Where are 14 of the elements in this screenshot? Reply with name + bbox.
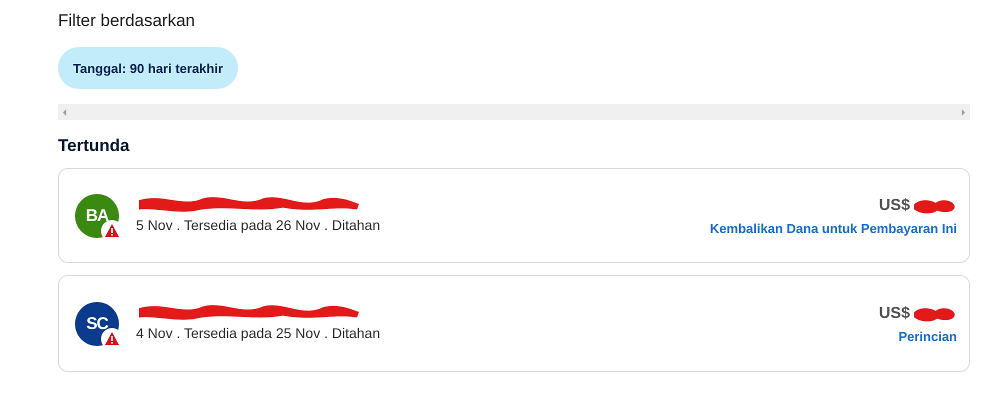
action-link[interactable]: Kembalikan Dana untuk Pembayaran Ini	[710, 221, 957, 236]
section-title: Tertunda	[58, 136, 130, 156]
transaction-card[interactable]: SC 4 Nov . Tersedia pada 25 Nov . Ditahan US$ Perincian	[58, 275, 970, 372]
scroll-left-icon[interactable]	[62, 108, 67, 116]
amount: US$	[878, 305, 910, 323]
transaction-card[interactable]: BA 5 Nov . Tersedia pada 26 Nov . Ditahan US$ Kembalikan Dana untuk Pembayaran Ini	[58, 168, 970, 263]
filter-chip[interactable]: Tanggal: 90 hari terakhir	[58, 47, 238, 89]
amount: US$	[878, 197, 910, 215]
filter-heading: Filter berdasarkan	[58, 10, 196, 32]
transaction-details: 5 Nov . Tersedia pada 26 Nov . Ditahan	[136, 216, 382, 232]
action-link[interactable]: Perincian	[898, 329, 957, 344]
transaction-details: 4 Nov . Tersedia pada 25 Nov . Ditahan	[136, 324, 382, 340]
horizontal-scrollbar[interactable]	[58, 104, 970, 120]
scroll-right-icon[interactable]	[961, 108, 966, 116]
